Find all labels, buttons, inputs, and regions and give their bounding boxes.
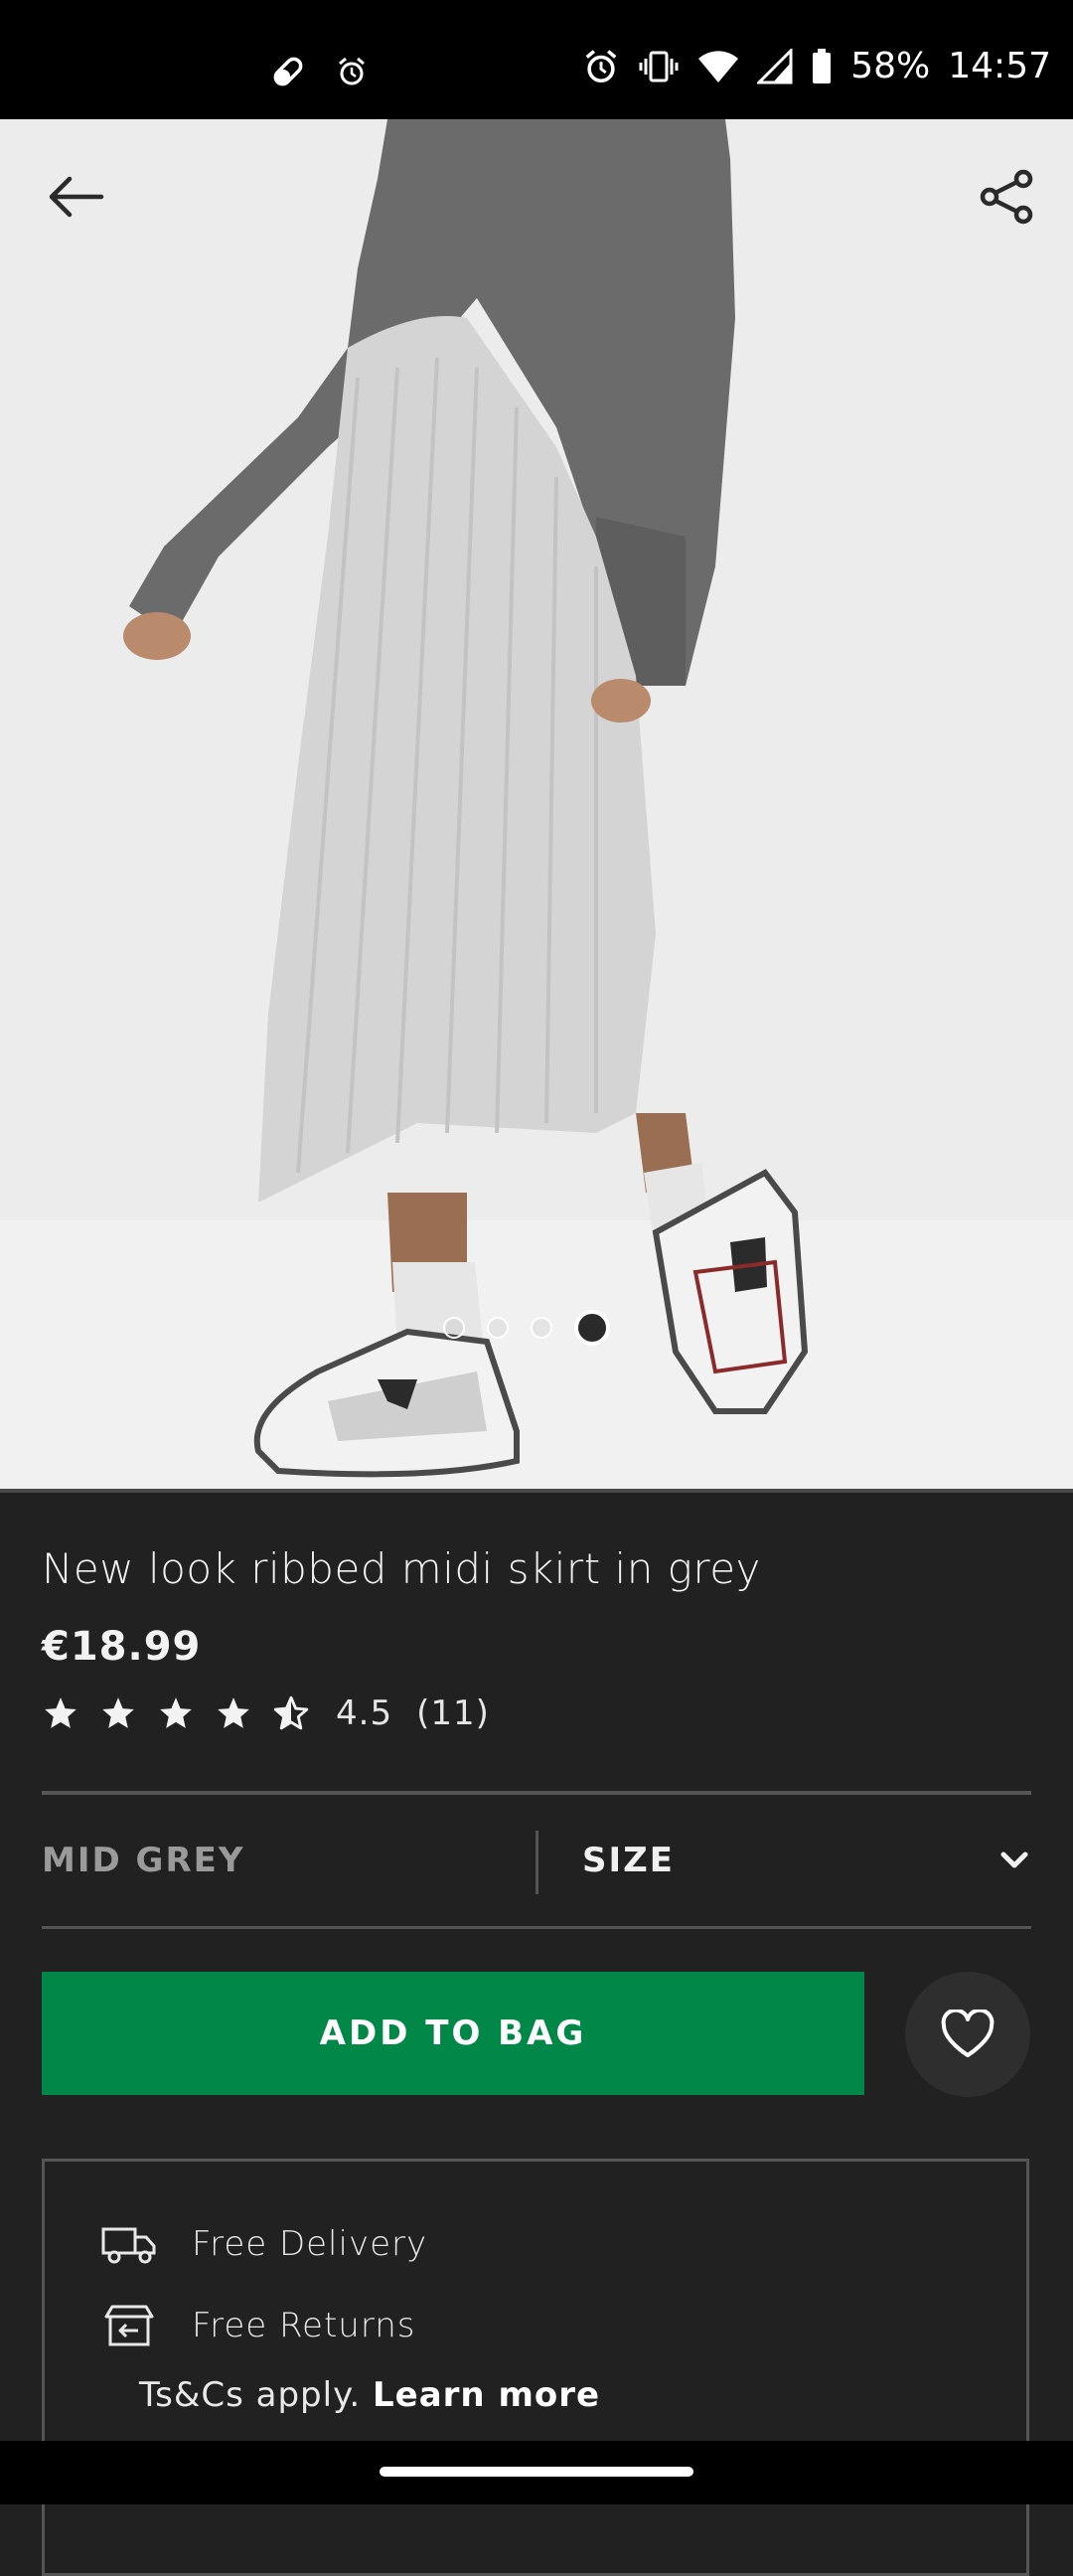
star-icon bbox=[160, 1697, 192, 1728]
alarm-icon bbox=[339, 57, 365, 85]
battery-icon bbox=[813, 48, 832, 83]
carousel-dot[interactable] bbox=[443, 1317, 465, 1339]
vibrate-icon bbox=[639, 51, 679, 81]
heart-icon bbox=[941, 2010, 995, 2057]
clock: 14:57 bbox=[948, 46, 1051, 86]
save-for-later-button[interactable] bbox=[905, 1972, 1030, 2097]
product-image[interactable] bbox=[0, 119, 1073, 1489]
truck-icon bbox=[101, 2227, 156, 2264]
free-returns-label: Free Returns bbox=[192, 2306, 416, 2345]
image-divider bbox=[0, 1489, 1073, 1493]
terms-line: Ts&Cs apply. Learn more bbox=[139, 2375, 600, 2415]
carousel-dot[interactable] bbox=[531, 1317, 552, 1339]
learn-more-link[interactable]: Learn more bbox=[373, 2375, 600, 2415]
chevron-down-icon[interactable] bbox=[997, 1849, 1031, 1870]
rating-count: (11) bbox=[416, 1693, 490, 1733]
vertical-divider bbox=[536, 1831, 538, 1894]
size-selector[interactable]: SIZE bbox=[582, 1841, 675, 1880]
star-icon bbox=[102, 1697, 134, 1728]
back-button[interactable] bbox=[40, 161, 111, 233]
status-left-icons bbox=[268, 52, 368, 91]
carousel-indicators bbox=[443, 1310, 610, 1346]
free-returns-row: Free Returns bbox=[100, 2303, 416, 2348]
battery-percent: 58% bbox=[850, 46, 931, 86]
terms-text: Ts&Cs apply. bbox=[139, 2375, 362, 2415]
free-delivery-row: Free Delivery bbox=[100, 2223, 427, 2265]
carousel-dot[interactable] bbox=[487, 1317, 509, 1339]
status-bar: 58% 14:57 bbox=[0, 0, 1073, 119]
signal-icon bbox=[757, 48, 793, 83]
star-icon bbox=[218, 1697, 249, 1728]
carousel-dot-active[interactable] bbox=[574, 1310, 610, 1346]
pill-icon bbox=[273, 57, 303, 86]
status-right-icons: 58% 14:57 bbox=[582, 46, 1051, 86]
add-to-bag-button[interactable]: ADD TO BAG bbox=[42, 1972, 864, 2095]
rating-stars bbox=[42, 1694, 310, 1732]
delivery-info-box: Free Delivery Free Returns bbox=[42, 2159, 1029, 2576]
wifi-icon bbox=[698, 50, 739, 82]
divider bbox=[42, 1926, 1031, 1929]
star-half-icon bbox=[273, 1695, 309, 1730]
product-title: New look ribbed midi skirt in grey bbox=[42, 1544, 761, 1593]
star-icon bbox=[45, 1697, 77, 1728]
rating-value: 4.5 bbox=[336, 1693, 393, 1733]
product-photo-illustration bbox=[123, 119, 809, 1478]
home-indicator[interactable] bbox=[380, 2467, 693, 2477]
colour-label: MID GREY bbox=[42, 1841, 245, 1880]
product-price: €18.99 bbox=[42, 1624, 202, 1670]
divider bbox=[42, 1791, 1031, 1795]
product-rating[interactable]: 4.5 (11) bbox=[42, 1693, 490, 1733]
share-icon bbox=[980, 169, 1033, 225]
alarm-icon bbox=[585, 49, 617, 82]
returns-box-icon bbox=[104, 2305, 154, 2346]
share-button[interactable] bbox=[972, 161, 1043, 233]
arrow-left-icon bbox=[49, 176, 104, 218]
free-delivery-label: Free Delivery bbox=[192, 2224, 428, 2264]
